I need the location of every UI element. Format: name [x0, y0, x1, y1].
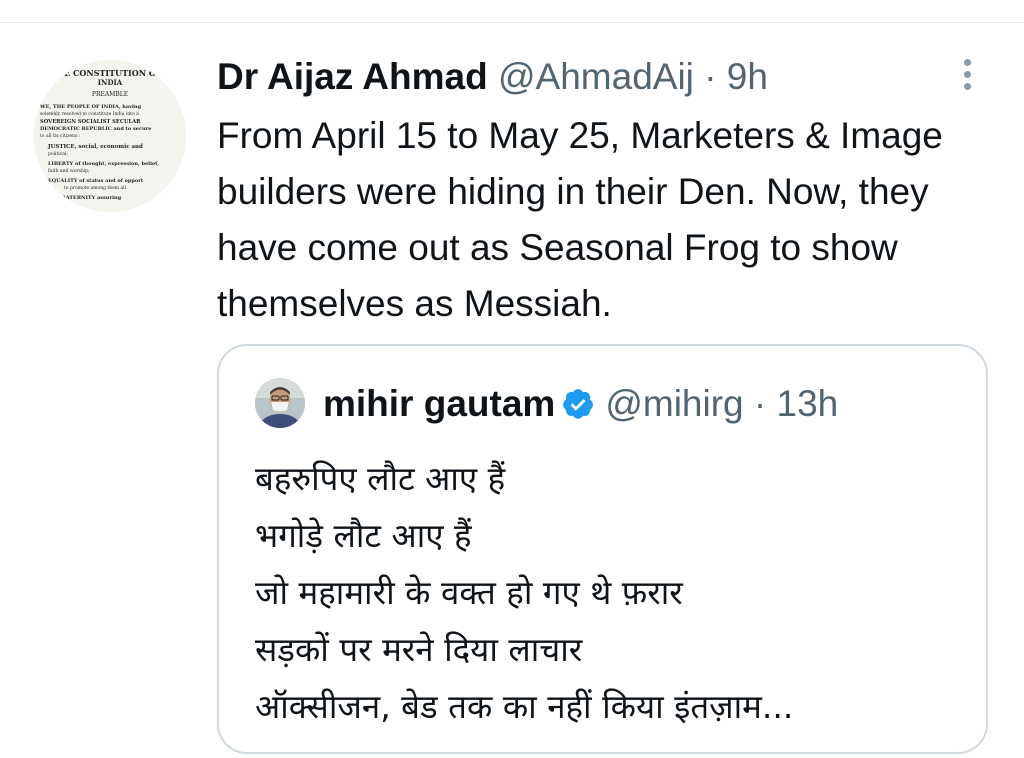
quoted-line: सड़कों पर मरने दिया लाचार: [255, 630, 583, 669]
avatar-line-1: INDIA: [98, 78, 123, 87]
avatar-line-0: E CONSTITUTION O: [64, 68, 156, 78]
author-avatar[interactable]: E CONSTITUTION O INDIA PREAMBLE WE, THE …: [34, 60, 186, 212]
tweet[interactable]: E CONSTITUTION O INDIA PREAMBLE WE, THE …: [0, 0, 1024, 758]
author-name[interactable]: Dr Aijaz Ahmad: [217, 56, 488, 97]
quoted-author-handle[interactable]: @mihirg: [605, 383, 743, 424]
avatar-line-7: to all its citizens :: [40, 133, 81, 139]
quoted-line: भगोड़े लौट आए हैं: [255, 516, 472, 555]
avatar-line-9: political;: [48, 151, 68, 157]
author-handle[interactable]: @AhmadAij: [498, 56, 694, 97]
avatar-line-3: WE, THE PEOPLE OF INDIA, having: [39, 104, 142, 110]
tweet-timestamp[interactable]: 9h: [727, 56, 768, 97]
more-vertical-icon[interactable]: [956, 55, 978, 95]
constitution-preamble-image: E CONSTITUTION O INDIA PREAMBLE WE, THE …: [34, 60, 186, 212]
header-separator: ·: [704, 56, 717, 97]
avatar-line-13: to promote among them all: [64, 185, 127, 191]
avatar-line-10: LIBERTY of thought, expression, belief,: [48, 161, 159, 167]
quoted-tweet-timestamp[interactable]: 13h: [777, 383, 839, 424]
avatar-line-4: solemnly resolved to constitute India in…: [40, 111, 139, 117]
quoted-line: बहरुपिए लौट आए हैं: [255, 459, 506, 498]
avatar-line-14: FRATERNITY assuring: [58, 195, 122, 201]
quoted-line: जो महामारी के वक्त हो गए थे फ़रार: [255, 573, 683, 612]
quoted-author-avatar[interactable]: [255, 378, 305, 428]
person-with-mask-image: [255, 378, 305, 428]
avatar-line-12: EQUALITY of status and of opport: [48, 178, 144, 184]
quoted-tweet-card[interactable]: mihir gautam @mihirg · 13h बहरुपिए लौट आ…: [217, 344, 988, 754]
quoted-tweet-text: बहरुपिए लौट आए हैं भगोड़े लौट आए हैं जो …: [255, 450, 955, 735]
verified-badge-icon: [563, 389, 594, 419]
avatar-line-6: DEMOCRATIC REPUBLIC and to secure: [40, 126, 151, 132]
quoted-header-separator: ·: [753, 383, 767, 424]
tweet-text: From April 15 to May 25, Marketers & Ima…: [217, 115, 943, 324]
quoted-line: ऑक्सीजन, बेड तक का नहीं किया इंतज़ाम...: [255, 687, 794, 726]
quoted-tweet-header: mihir gautam @mihirg · 13h: [323, 382, 838, 426]
avatar-line-11: faith and worship;: [48, 168, 90, 174]
tweet-header: Dr Aijaz Ahmad @AhmadAij · 9h: [217, 55, 768, 99]
quoted-author-name[interactable]: mihir gautam: [323, 383, 555, 424]
avatar-line-5: SOVEREIGN SOCIALIST SECULAR: [40, 119, 141, 125]
avatar-line-2: PREAMBLE: [92, 91, 128, 98]
avatar-line-8: JUSTICE, social, economic and: [47, 144, 143, 150]
